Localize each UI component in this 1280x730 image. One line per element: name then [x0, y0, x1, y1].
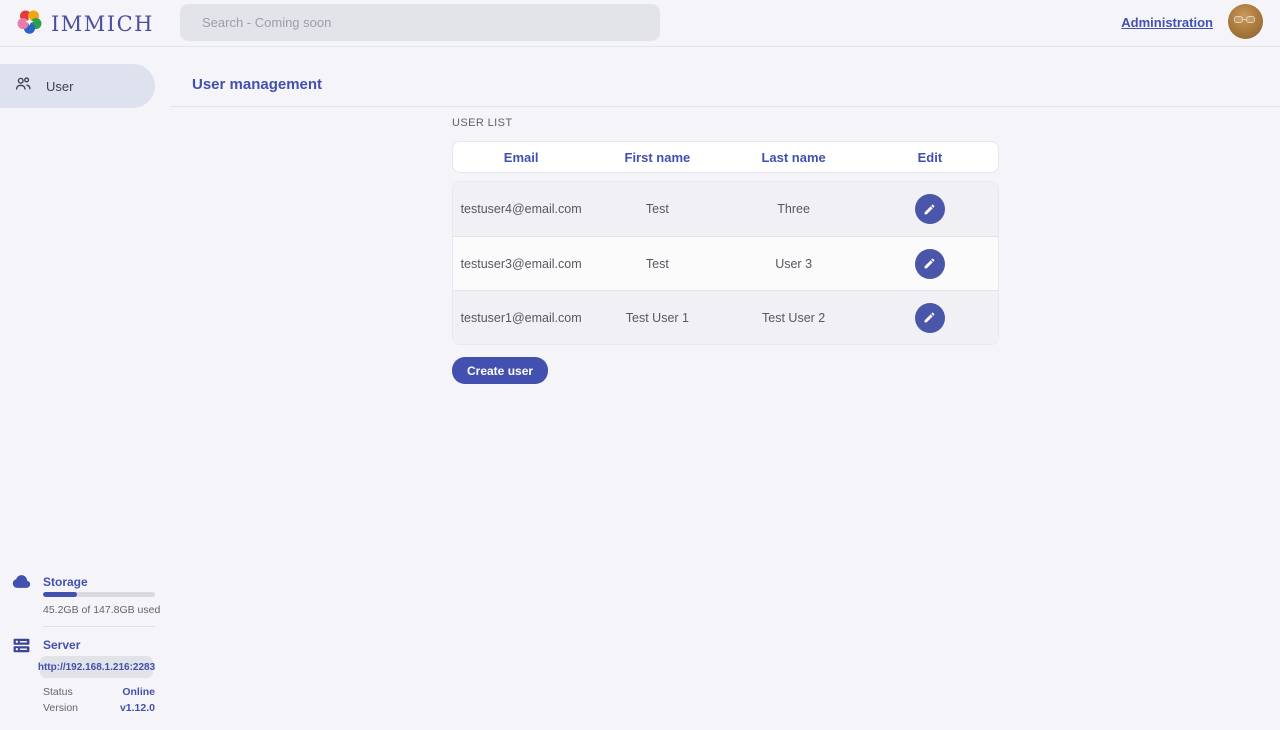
storage-usage-text: 45.2GB of 147.8GB used [43, 604, 160, 616]
edit-user-button[interactable] [915, 194, 945, 224]
cell-last-name: Test User 2 [726, 311, 862, 325]
pencil-icon [923, 311, 936, 324]
administration-link[interactable]: Administration [1121, 15, 1213, 30]
user-avatar[interactable] [1228, 4, 1263, 39]
top-bar: IMMICH Administration [0, 0, 1280, 47]
users-icon [14, 75, 32, 98]
avatar-glasses-decoration [1234, 16, 1255, 23]
column-header-last-name: Last name [726, 150, 862, 165]
server-status-label: Status [43, 686, 73, 698]
table-row: testuser4@email.com Test Three [453, 182, 998, 236]
server-version-value: v1.12.0 [120, 702, 155, 714]
server-status-value: Online [122, 686, 155, 698]
cell-last-name: User 3 [726, 257, 862, 271]
column-header-first-name: First name [589, 150, 725, 165]
search-input[interactable] [180, 4, 660, 41]
sidebar-divider [43, 626, 155, 627]
cell-first-name: Test [589, 202, 725, 216]
pencil-icon [923, 203, 936, 216]
app-logo[interactable]: IMMICH [16, 8, 154, 40]
storage-progress-fill [43, 592, 77, 597]
server-version-row: Version v1.12.0 [43, 702, 155, 714]
table-row: testuser3@email.com Test User 3 [453, 236, 998, 290]
column-header-email: Email [453, 150, 589, 165]
server-status-row: Status Online [43, 686, 155, 698]
app-wordmark: IMMICH [51, 12, 154, 36]
page-title: User management [192, 76, 322, 93]
storage-title: Storage [43, 575, 88, 589]
cell-email: testuser1@email.com [453, 311, 589, 325]
pencil-icon [923, 257, 936, 270]
user-table: testuser4@email.com Test Three testuser3… [452, 181, 999, 345]
table-row: testuser1@email.com Test User 1 Test Use… [453, 290, 998, 344]
immich-flower-icon [16, 8, 43, 40]
sidebar-item-user[interactable]: User [0, 64, 155, 108]
column-header-edit: Edit [862, 150, 998, 165]
server-title: Server [43, 638, 80, 652]
cell-first-name: Test User 1 [589, 311, 725, 325]
user-list-label: USER LIST [452, 117, 512, 129]
cell-email: testuser3@email.com [453, 257, 589, 271]
create-user-button[interactable]: Create user [452, 357, 548, 384]
server-url-badge: http://192.168.1.216:2283 [40, 656, 153, 678]
sidebar-item-user-label: User [46, 79, 73, 94]
cell-first-name: Test [589, 257, 725, 271]
cell-email: testuser4@email.com [453, 202, 589, 216]
edit-user-button[interactable] [915, 249, 945, 279]
server-version-label: Version [43, 702, 78, 714]
title-divider [170, 106, 1280, 107]
cell-last-name: Three [726, 202, 862, 216]
storage-progress-bar [43, 592, 155, 597]
edit-user-button[interactable] [915, 303, 945, 333]
cloud-icon [12, 572, 31, 596]
server-icon [12, 636, 31, 660]
user-table-header: Email First name Last name Edit [452, 141, 999, 173]
